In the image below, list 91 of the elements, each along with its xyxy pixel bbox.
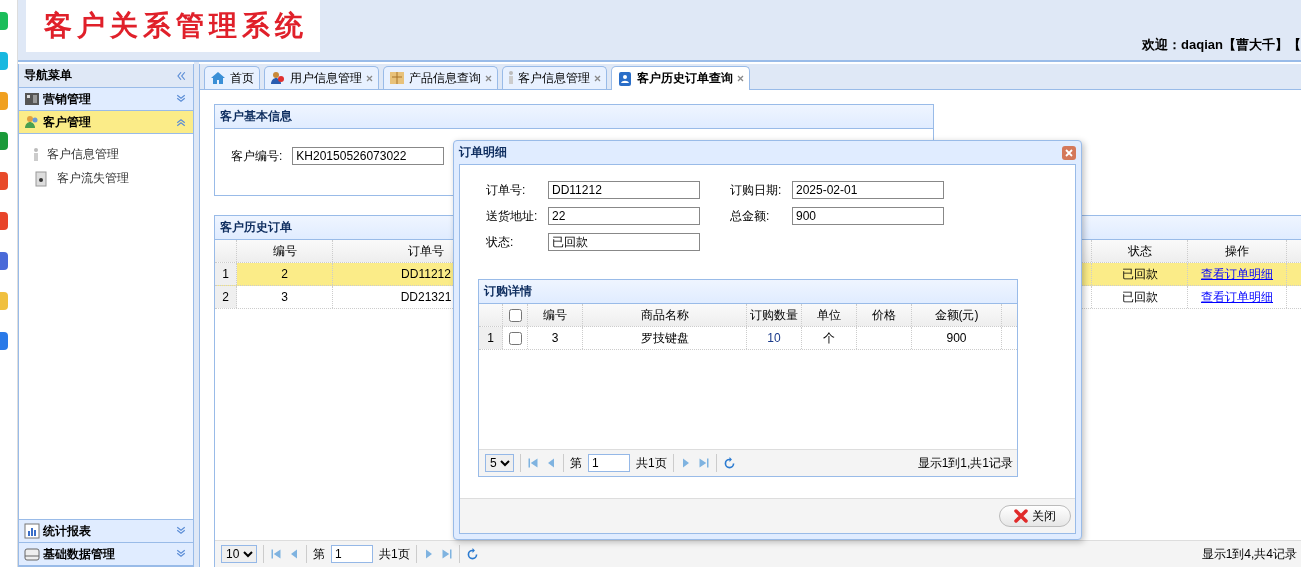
expand-icon[interactable] — [175, 525, 187, 537]
table-cell: 3 — [237, 286, 333, 308]
home-icon — [210, 70, 226, 86]
collapse-icon[interactable] — [175, 69, 187, 82]
tab[interactable]: 客户历史订单查询 — [611, 66, 750, 90]
last-page-icon[interactable] — [440, 548, 453, 560]
row-number: 2 — [215, 286, 237, 308]
users-icon — [270, 70, 286, 86]
accordion-header[interactable]: 基础数据管理 — [19, 542, 193, 566]
person-icon — [508, 70, 514, 86]
last-page-icon[interactable] — [697, 457, 710, 469]
customer-id-field[interactable]: KH20150526073022 — [292, 147, 445, 165]
row-number: 1 — [215, 263, 237, 285]
users-icon — [24, 114, 40, 130]
first-page-icon[interactable] — [527, 457, 539, 469]
table-cell: 个 — [823, 329, 835, 347]
view-details-link[interactable]: 查看订单明细 — [1201, 288, 1273, 306]
column-header[interactable]: 编号 — [528, 304, 583, 326]
bar-chart-icon — [24, 523, 40, 539]
column-header[interactable]: 金额(元) — [912, 304, 1002, 326]
close-icon[interactable] — [366, 74, 373, 82]
view-details-link[interactable]: 查看订单明细 — [1201, 265, 1273, 283]
close-icon[interactable] — [1062, 145, 1076, 160]
page-number-field[interactable]: 1 — [588, 454, 630, 472]
table-cell: 已回款 — [1092, 263, 1188, 285]
building-icon — [24, 91, 40, 107]
close-button[interactable]: 关闭 — [999, 505, 1071, 527]
dialog-title: 订单明细 — [459, 144, 507, 161]
row-checkbox[interactable] — [508, 331, 522, 345]
table-cell: 10 — [767, 331, 781, 345]
table-cell: 2 — [237, 263, 333, 285]
tab[interactable]: 产品信息查询 — [383, 66, 498, 89]
table-row[interactable]: 1 3 罗技键盘 10 个 900 — [479, 327, 1017, 350]
field-label: 订单号: — [486, 181, 527, 199]
contact-icon — [617, 70, 633, 87]
field-label: 订购日期: — [730, 181, 783, 199]
refresh-icon[interactable] — [465, 547, 479, 561]
panel-title: 客户基本信息 — [215, 105, 933, 129]
welcome-text: 欢迎：daqian【曹大千】【 — [1142, 36, 1301, 54]
column-header[interactable]: 单位 — [802, 304, 857, 326]
table-cell: 3 — [551, 331, 559, 345]
column-header[interactable]: 状态 — [1092, 240, 1188, 262]
sidebar-title: 导航菜单 — [24, 67, 72, 84]
column-header[interactable]: 商品名称 — [583, 304, 747, 326]
input-field[interactable]: 900 — [792, 207, 944, 225]
table-cell: 罗技键盘 — [640, 329, 689, 347]
select-all-checkbox[interactable] — [508, 308, 522, 322]
expand-icon[interactable] — [175, 548, 187, 560]
table-cell: 900 — [946, 331, 967, 345]
column-header[interactable]: 编号 — [237, 240, 333, 262]
drive-icon — [24, 546, 40, 562]
collapse-icon[interactable] — [175, 116, 187, 128]
logo-text: 客户关系管理系统 — [26, 0, 320, 52]
accordion-header[interactable]: 统计报表 — [19, 519, 193, 543]
input-field[interactable]: 已回款 — [548, 233, 700, 251]
document-icon — [33, 170, 49, 187]
field-label: 客户编号: — [231, 147, 283, 165]
page-label: 第 — [313, 545, 325, 563]
box-icon — [389, 70, 405, 86]
row-number: 1 — [479, 327, 503, 349]
page-label: 第 — [570, 454, 582, 472]
pager-summary: 显示1到1,共1记录 — [917, 454, 1013, 472]
pager-summary: 显示1到4,共4记录 — [1201, 545, 1297, 563]
page-size-select[interactable]: 5 — [485, 454, 514, 472]
column-header[interactable]: 价格 — [857, 304, 912, 326]
first-page-icon[interactable] — [270, 548, 282, 560]
panel-title: 订购详情 — [479, 280, 1017, 304]
expand-icon[interactable] — [175, 93, 187, 105]
tab[interactable]: 客户信息管理 — [502, 66, 607, 89]
input-field[interactable]: 2025-02-01 — [792, 181, 944, 199]
input-field[interactable]: 22 — [548, 207, 700, 225]
total-pages: 共1页 — [636, 454, 667, 472]
accordion-header[interactable]: 营销管理 — [19, 87, 193, 111]
menu-item[interactable]: 客户信息管理 — [47, 146, 119, 163]
refresh-icon[interactable] — [722, 456, 736, 470]
close-icon[interactable] — [594, 74, 601, 82]
tab[interactable]: 首页 — [204, 66, 260, 89]
page-number-field[interactable]: 1 — [331, 545, 373, 563]
table-cell: 已回款 — [1092, 286, 1188, 308]
accordion-header[interactable]: 客户管理 — [19, 110, 193, 134]
close-icon[interactable] — [737, 75, 744, 82]
cross-icon — [1014, 509, 1028, 523]
column-header[interactable]: 操作 — [1188, 240, 1287, 262]
total-pages: 共1页 — [379, 545, 410, 563]
page-size-select[interactable]: 10 — [221, 545, 257, 563]
input-field[interactable]: DD11212 — [548, 181, 700, 199]
person-icon — [33, 146, 39, 163]
column-header[interactable]: 订购数量 — [747, 304, 802, 326]
tab[interactable]: 用户信息管理 — [264, 66, 379, 89]
menu-item[interactable]: 客户流失管理 — [57, 170, 129, 187]
close-icon[interactable] — [485, 74, 492, 82]
